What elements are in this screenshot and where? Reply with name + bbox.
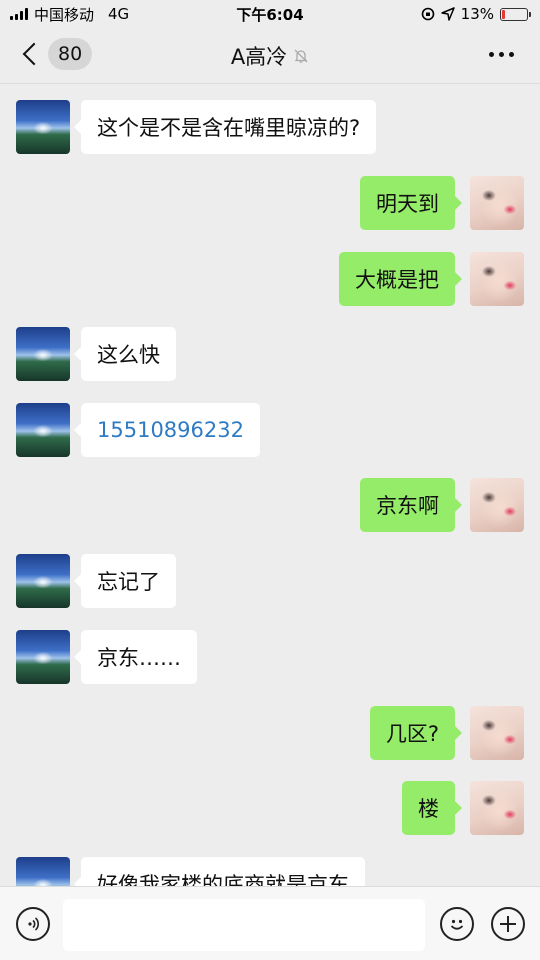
message-row: 大概是把 xyxy=(0,252,540,306)
contact-avatar[interactable] xyxy=(16,403,70,457)
plus-icon[interactable] xyxy=(491,907,525,941)
location-icon xyxy=(440,7,455,21)
message-bubble[interactable]: 这么快 xyxy=(74,327,176,381)
contact-avatar[interactable] xyxy=(16,630,70,684)
contact-avatar[interactable] xyxy=(16,100,70,154)
battery-percent: 13% xyxy=(460,5,494,23)
signal-icon xyxy=(10,8,28,20)
more-dots-icon xyxy=(489,52,494,57)
orientation-lock-icon xyxy=(421,7,434,21)
my-avatar[interactable] xyxy=(470,478,524,532)
my-avatar[interactable] xyxy=(470,176,524,230)
chat-title-text: A高冷 xyxy=(230,44,288,69)
emoji-button[interactable] xyxy=(440,907,474,941)
emoji-icon xyxy=(450,919,464,930)
network-label: 4G xyxy=(108,5,130,23)
input-bar xyxy=(0,886,540,960)
unread-count-badge: 80 xyxy=(48,38,93,70)
chat-screen: 中国移动 4G 下午6:04 13% 80 A高冷 这个是不是含在嘴里晾凉的? … xyxy=(0,0,540,960)
battery-icon xyxy=(500,7,531,21)
contact-avatar[interactable] xyxy=(16,554,70,608)
message-row: 明天到 xyxy=(0,176,540,230)
status-bar: 中国移动 4G 下午6:04 13% xyxy=(0,0,540,28)
message-bubble[interactable]: 楼 xyxy=(402,781,462,835)
status-left: 中国移动 4G xyxy=(10,4,129,25)
message-bubble[interactable]: 好像我家楼的底商就是京东 xyxy=(74,857,365,886)
message-row: 这么快 xyxy=(0,327,540,381)
message-row: 京东啊 xyxy=(0,478,540,532)
message-row: 15510896232 xyxy=(0,403,540,457)
voice-button[interactable] xyxy=(16,907,50,941)
status-right: 13% xyxy=(421,5,531,23)
my-avatar[interactable] xyxy=(470,252,524,306)
message-bubble[interactable]: 几区? xyxy=(369,706,463,760)
more-button[interactable] xyxy=(489,52,514,57)
my-avatar[interactable] xyxy=(470,706,524,760)
phone-number-link[interactable]: 15510896232 xyxy=(74,403,260,457)
message-bubble[interactable]: 京东…… xyxy=(74,630,197,684)
contact-avatar[interactable] xyxy=(16,857,70,886)
message-row: 好像我家楼的底商就是京东 xyxy=(0,857,540,886)
chevron-left-icon xyxy=(22,42,46,66)
message-bubble[interactable]: 这个是不是含在嘴里晾凉的? xyxy=(73,100,377,154)
message-input[interactable] xyxy=(63,899,425,951)
my-avatar[interactable] xyxy=(470,781,524,835)
bell-mute-icon xyxy=(294,49,308,63)
back-button[interactable]: 80 xyxy=(20,38,93,70)
message-bubble[interactable]: 京东啊 xyxy=(360,478,462,532)
message-bubble[interactable]: 明天到 xyxy=(360,176,462,230)
message-row: 几区? xyxy=(0,706,540,760)
voice-icon xyxy=(28,917,40,931)
message-bubble[interactable]: 忘记了 xyxy=(74,554,176,608)
carrier-label: 中国移动 xyxy=(34,5,95,24)
chat-title: A高冷 xyxy=(231,41,309,71)
message-row: 忘记了 xyxy=(0,554,540,608)
contact-avatar[interactable] xyxy=(16,327,70,381)
message-bubble[interactable]: 大概是把 xyxy=(339,252,462,306)
message-row: 楼 xyxy=(0,781,540,835)
message-list[interactable]: 这个是不是含在嘴里晾凉的? 明天到大概是把这么快 15510896232 京东啊忘记了… xyxy=(0,85,540,886)
nav-bar: 80 A高冷 xyxy=(0,28,540,84)
message-row: 京东…… xyxy=(0,630,540,684)
message-row: 这个是不是含在嘴里晾凉的? xyxy=(0,100,540,154)
